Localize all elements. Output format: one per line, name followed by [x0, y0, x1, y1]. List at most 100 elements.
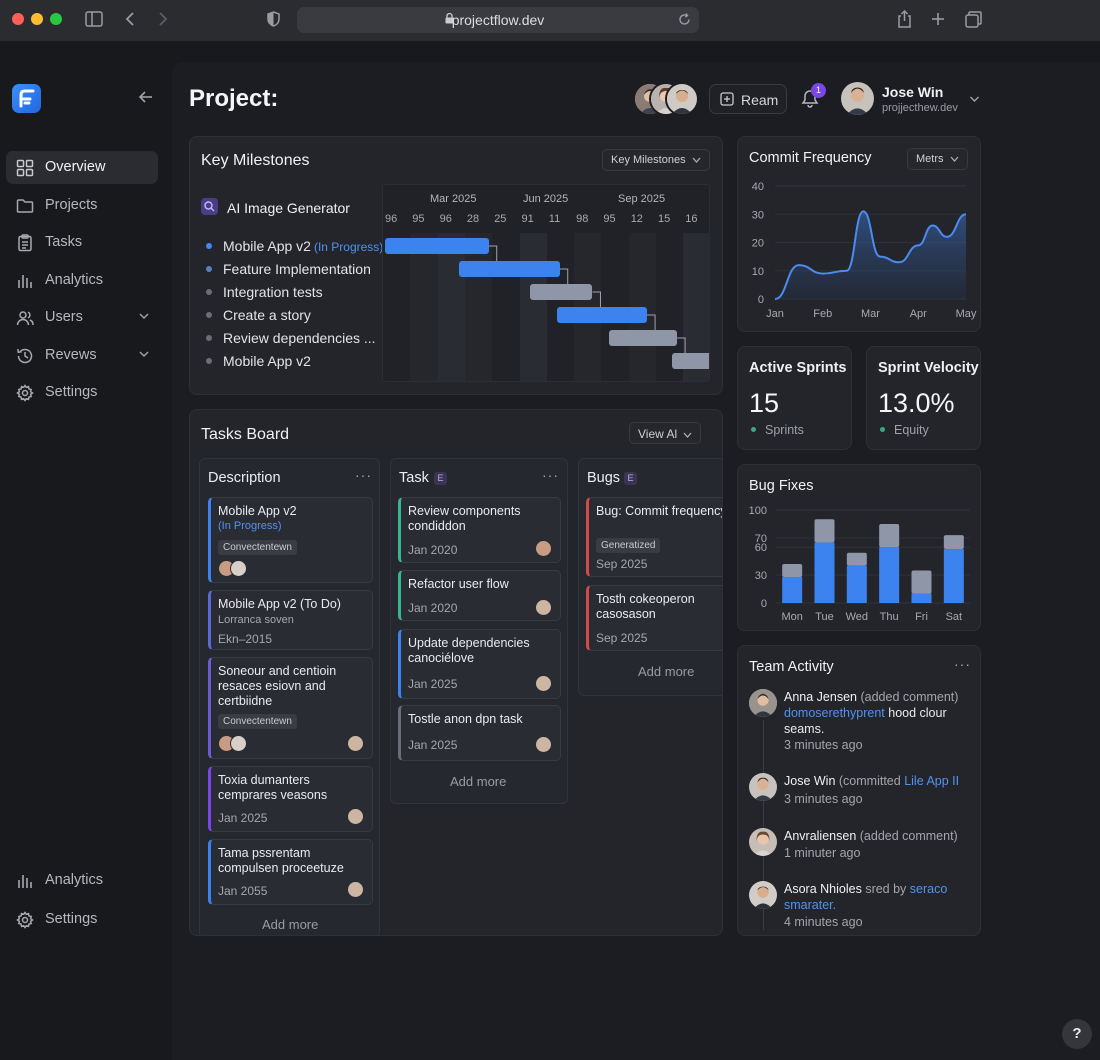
dropdown-label: Key Milestones	[611, 154, 686, 166]
activity-text: Jose Win (committed Lile App II	[784, 774, 960, 788]
chevron-down-icon[interactable]	[138, 310, 150, 322]
task-card[interactable]: Toxia dumanters cemprares veasons Jan 20…	[208, 766, 373, 832]
help-button[interactable]: ?	[1062, 1019, 1092, 1049]
activity-link[interactable]: domoserethyprent	[784, 706, 885, 720]
sidebar-item-users[interactable]: Users	[6, 301, 158, 334]
task-title: Update dependencies canociélove	[408, 636, 530, 665]
address-bar[interactable]: projectflow.dev	[297, 7, 699, 33]
task-card[interactable]: Soneour and centioin resaces esiovn and …	[208, 657, 373, 759]
sidebar-item-analytics-bottom[interactable]: Analytics	[6, 864, 158, 897]
sidebar-item-tasks[interactable]: Tasks	[6, 226, 158, 259]
users-icon	[16, 311, 34, 326]
folder-icon	[16, 199, 34, 213]
milestone-row[interactable]: Integration tests	[206, 284, 323, 300]
task-date: Jan 2025	[408, 677, 458, 691]
more-icon[interactable]: ···	[954, 656, 971, 672]
bar-segment	[879, 547, 900, 603]
stat-title: Active Sprints	[749, 360, 847, 376]
activity-link[interactable]: Lile App II	[904, 774, 959, 788]
column-badge: E	[624, 472, 637, 485]
share-icon[interactable]	[897, 10, 912, 28]
team-avatars[interactable]	[633, 82, 699, 116]
milestone-row[interactable]: Mobile App v2	[206, 353, 311, 369]
add-more-button[interactable]: Add more	[638, 664, 694, 679]
more-icon[interactable]: ···	[355, 467, 372, 483]
milestones-dropdown[interactable]: Key Milestones	[602, 149, 710, 171]
sidebar-toggle-icon[interactable]	[85, 11, 103, 27]
bar-chart-icon	[18, 275, 32, 288]
gantt-bar[interactable]	[671, 353, 709, 369]
sidebar-item-label: Settings	[45, 911, 98, 927]
task-date: Jan 2020	[408, 601, 458, 615]
add-box-icon	[720, 92, 734, 106]
collapse-sidebar-icon[interactable]	[137, 88, 155, 106]
task-card[interactable]: Tostle anon dpn task Jan 2025	[398, 705, 561, 761]
avatar[interactable]	[749, 828, 777, 856]
avatar	[347, 808, 364, 825]
avatar[interactable]	[749, 689, 777, 717]
app-logo[interactable]	[12, 84, 41, 113]
y-tick-label: 10	[752, 266, 764, 278]
milestone-status: (In Progress)	[313, 240, 384, 254]
task-title: Toxia dumanters cemprares veasons	[218, 773, 328, 802]
task-card[interactable]: Refactor user flow Jan 2020	[398, 570, 561, 621]
add-more-button[interactable]: Add more	[450, 774, 506, 789]
clipboard-icon	[18, 234, 32, 252]
y-tick-label: 20	[752, 238, 764, 250]
user-avatar[interactable]	[841, 82, 874, 115]
chevron-down-icon	[683, 432, 692, 438]
metrics-dropdown[interactable]: Metrs	[907, 148, 968, 170]
milestone-row[interactable]: Review dependencies ...	[206, 330, 376, 346]
activity-text: Asora Nhioles sred by seraco smarater.	[784, 882, 948, 912]
gear-icon	[16, 911, 34, 929]
task-card[interactable]: Tosth cokeoperon casosason Sep 2025	[586, 585, 722, 651]
sidebar-item-overview[interactable]: Overview	[6, 151, 158, 184]
avatar[interactable]	[749, 773, 777, 801]
chevron-down-icon[interactable]	[969, 95, 980, 103]
new-tab-icon[interactable]	[931, 12, 945, 26]
task-card[interactable]: Bug: Commit frequency salim satemibilers…	[586, 497, 722, 577]
milestone-row[interactable]: Mobile App v2 (In Progress)	[206, 238, 383, 254]
user-email: projjecthew.dev	[882, 102, 958, 114]
task-card[interactable]: Mobile App v2 (In Progress) Convectentew…	[208, 497, 373, 583]
minimize-window-icon[interactable]	[31, 13, 43, 25]
task-card[interactable]: Tama pssrentam compulsen proceetuze Jan …	[208, 839, 373, 905]
avatar[interactable]	[665, 82, 699, 116]
status-dot	[880, 427, 885, 433]
commit-frequency-card: Commit Frequency Metrs 0 10 20 30 40 Jan Feb Ma…	[737, 136, 981, 332]
sidebar-item-projects[interactable]: Projects	[6, 189, 158, 222]
task-card[interactable]: Update dependencies canociélove Jan 2025	[398, 629, 561, 699]
milestone-row[interactable]: Create a story	[206, 307, 311, 323]
milestone-label: Review dependencies ...	[223, 330, 376, 346]
task-card[interactable]: Review components condiddon Jan 2020	[398, 497, 561, 563]
close-window-icon[interactable]	[12, 13, 24, 25]
back-icon[interactable]	[125, 12, 135, 26]
sidebar-item-settings[interactable]: Settings	[6, 376, 158, 409]
x-tick-label: Jan	[766, 308, 784, 320]
sidebar-item-settings-bottom[interactable]: Settings	[6, 903, 158, 936]
avatar[interactable]	[749, 881, 777, 909]
sidebar-item-analytics[interactable]: Analytics	[6, 264, 158, 297]
history-icon	[17, 348, 33, 364]
shield-icon[interactable]	[267, 11, 280, 27]
task-title: Mobile App v2 (To Do)	[218, 597, 341, 611]
milestone-row[interactable]: Feature Implementation	[206, 261, 371, 277]
add-more-button[interactable]: Add more	[262, 917, 318, 932]
milestone-label: Mobile App v2	[223, 353, 311, 369]
chevron-down-icon[interactable]	[138, 348, 150, 360]
tabs-overview-icon[interactable]	[965, 11, 982, 28]
status-dot	[206, 335, 212, 342]
task-card[interactable]: Mobile App v2 (To Do) Lorranca soven Ekn…	[208, 590, 373, 650]
forward-icon[interactable]	[158, 12, 168, 26]
view-dropdown[interactable]: View Al	[629, 422, 702, 444]
bug-fixes-bar-chart: 0306070100Mon Tue Wed Thu Fri Sat	[749, 505, 970, 623]
maximize-window-icon[interactable]	[50, 13, 62, 25]
column-title: Task	[399, 470, 429, 486]
ream-button[interactable]: Ream	[709, 84, 787, 114]
sidebar-item-revews[interactable]: Revews	[6, 339, 158, 372]
column-title: Description	[208, 470, 281, 486]
team-activity-title: Team Activity	[749, 659, 834, 675]
reload-icon[interactable]	[678, 13, 691, 26]
commit-line-chart: 0 10 20 30 40 Jan Feb Mar Apr May	[752, 181, 977, 320]
more-icon[interactable]: ···	[542, 467, 559, 483]
